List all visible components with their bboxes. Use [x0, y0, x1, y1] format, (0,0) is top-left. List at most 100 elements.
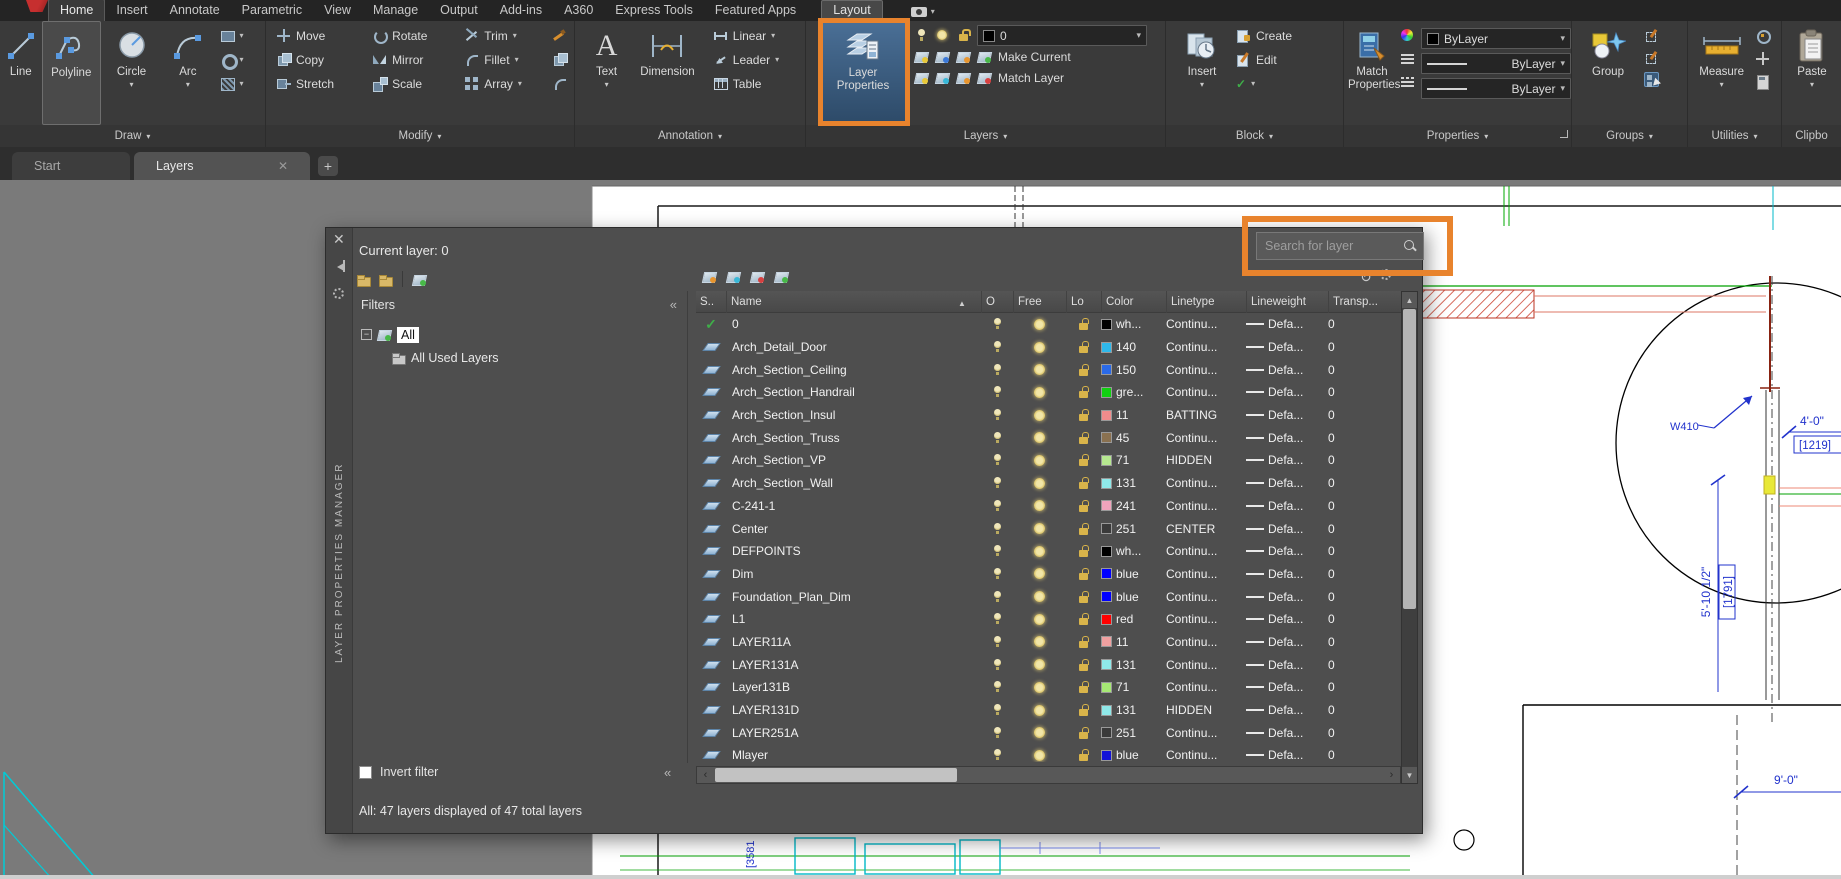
layer-states-manager-icon[interactable] — [412, 272, 427, 287]
layer-color-swatch[interactable] — [1101, 591, 1112, 603]
layer-row[interactable]: Mlayer blue Continu... Defa... 0 — [696, 744, 1401, 762]
scale-tool[interactable]: Scale — [372, 75, 458, 92]
ribbon-tab-add-ins[interactable]: Add-ins — [489, 0, 553, 21]
layer-name[interactable]: Center — [732, 517, 768, 540]
layer-transparency[interactable]: 0 — [1328, 699, 1335, 722]
layer-transparency[interactable]: 0 — [1328, 585, 1335, 608]
layer-row[interactable]: LAYER131D 131 HIDDEN Defa... 0 — [696, 699, 1401, 722]
layer-freeze-tool-icon[interactable] — [956, 49, 971, 64]
layer-transparency[interactable]: 0 — [1328, 563, 1335, 586]
layer-unlock-icon[interactable] — [1079, 386, 1089, 399]
layer-unlock-icon[interactable] — [1079, 635, 1089, 648]
refresh-icon[interactable]: ↻ — [1360, 269, 1372, 286]
layer-linetype[interactable]: Continu... — [1166, 653, 1217, 676]
layer-name[interactable]: LAYER11A — [732, 631, 791, 654]
layer-lineweight[interactable]: Defa... — [1268, 363, 1303, 377]
auto-hide-pin-icon[interactable] — [333, 260, 345, 272]
layer-unlock-icon[interactable] — [1079, 363, 1089, 376]
layer-color-swatch[interactable] — [1101, 636, 1112, 648]
layer-name[interactable]: Foundation_Plan_Dim — [732, 585, 851, 608]
layer-on-bulb-icon[interactable] — [993, 545, 1001, 557]
scroll-right-icon[interactable]: › — [1383, 767, 1400, 783]
layer-row[interactable]: Arch_Section_VP 71 HIDDEN Defa... 0 — [696, 449, 1401, 472]
layer-transparency[interactable]: 0 — [1328, 676, 1335, 699]
id-point-button[interactable] — [1755, 27, 1781, 44]
layer-freeze-sun-icon[interactable] — [1034, 432, 1045, 444]
delete-layer-icon[interactable] — [750, 269, 765, 284]
layer-unlock-icon[interactable] — [1079, 749, 1089, 762]
properties-dialog-launcher[interactable] — [1560, 130, 1568, 138]
layer-name[interactable]: Arch_Section_Insul — [732, 404, 835, 427]
layer-lineweight[interactable]: Defa... — [1268, 317, 1303, 331]
mirror-tool[interactable]: Mirror — [372, 51, 458, 68]
panel-label-block[interactable]: Block ▾ — [1166, 125, 1343, 147]
horizontal-scroll-thumb[interactable] — [715, 768, 957, 782]
layer-transparency[interactable]: 0 — [1328, 653, 1335, 676]
layer-freeze-sun-icon[interactable] — [1034, 659, 1045, 671]
layer-freeze-sun-icon[interactable] — [1034, 523, 1045, 535]
layer-freeze-sun-icon[interactable] — [1034, 500, 1045, 512]
move-tool[interactable]: Move — [276, 27, 366, 44]
ribbon-tab-a360[interactable]: A360 — [553, 0, 604, 21]
layer-unlock-icon[interactable] — [1079, 341, 1089, 354]
insert-block-button[interactable]: Insert ▾ — [1176, 21, 1228, 125]
layer-on-bulb-icon[interactable] — [993, 431, 1001, 444]
layer-freeze-sun-icon[interactable] — [1034, 749, 1045, 761]
layer-row[interactable]: Arch_Section_Wall 131 Continu... Defa...… — [696, 472, 1401, 495]
layer-lock-icon[interactable] — [956, 28, 971, 43]
layer-freeze-sun-icon[interactable] — [1034, 454, 1045, 466]
layer-name[interactable]: Dim — [732, 563, 753, 586]
tab-start[interactable]: Start — [12, 152, 130, 180]
col-lineweight[interactable]: Lineweight — [1246, 291, 1328, 313]
layer-row[interactable]: LAYER131A 131 Continu... Defa... 0 — [696, 653, 1401, 676]
layer-linetype[interactable]: Continu... — [1166, 426, 1217, 449]
layer-linetype[interactable]: Continu... — [1166, 721, 1217, 744]
copy-tool[interactable]: Copy — [276, 51, 366, 68]
layer-match-icon[interactable] — [977, 70, 992, 85]
layer-on-bulb-icon[interactable] — [993, 613, 1001, 625]
layer-on-bulb-icon[interactable] — [993, 363, 1001, 376]
layer-row[interactable]: Dim blue Continu... Defa... 0 — [696, 563, 1401, 586]
ribbon-tab-layout[interactable]: Layout — [821, 0, 883, 21]
layer-linetype[interactable]: Continu... — [1166, 495, 1217, 518]
layer-on-bulb-icon[interactable] — [993, 341, 1001, 353]
layer-row[interactable]: LAYER11A 11 Continu... Defa... 0 — [696, 631, 1401, 654]
close-tab-icon[interactable]: ✕ — [278, 159, 288, 173]
layer-unlock-icon[interactable] — [1079, 522, 1089, 535]
layer-color-swatch[interactable] — [1101, 500, 1112, 512]
measure-button[interactable]: Measure ▾ — [1694, 21, 1749, 125]
layer-row[interactable]: Center 251 CENTER Defa... 0 — [696, 517, 1401, 540]
layer-freeze-sun-icon[interactable] — [1034, 591, 1045, 603]
layer-on-bulb-icon[interactable] — [993, 318, 1001, 330]
layer-linetype[interactable]: Continu... — [1166, 540, 1217, 563]
collapse-filters-icon[interactable]: « — [670, 297, 677, 312]
color-picker[interactable] — [1400, 27, 1417, 44]
ribbon-tab-home[interactable]: Home — [48, 0, 106, 21]
layer-linetype[interactable]: Continu... — [1166, 744, 1217, 762]
lineweight-dropdown[interactable]: ByLayer ▾ — [1421, 53, 1571, 74]
table-tool[interactable]: Table — [713, 75, 805, 92]
layer-linetype[interactable]: Continu... — [1166, 472, 1217, 495]
search-icon[interactable] — [1403, 239, 1417, 253]
layer-transparency[interactable]: 0 — [1328, 517, 1335, 540]
layer-on-bulb-icon[interactable] — [993, 726, 1001, 739]
layer-linetype[interactable]: Continu... — [1166, 313, 1217, 336]
layer-on-bulb-icon[interactable] — [993, 749, 1001, 761]
layer-color-swatch[interactable] — [1101, 386, 1112, 398]
layer-row[interactable]: Arch_Detail_Door 140 Continu... Defa... … — [696, 336, 1401, 359]
new-property-filter-icon[interactable] — [356, 272, 371, 287]
filter-item-all-used-layers[interactable]: All Used Layers — [391, 346, 683, 369]
layer-freeze-icon[interactable] — [935, 28, 950, 43]
scroll-down-icon[interactable]: ▼ — [1402, 767, 1417, 783]
polyline-tool[interactable]: Polyline — [41, 21, 101, 125]
layer-name[interactable]: L1 — [732, 608, 745, 631]
panel-label-layers[interactable]: Layers ▾ — [806, 125, 1165, 147]
layer-unlock-icon[interactable] — [1079, 658, 1089, 671]
layer-row[interactable]: Arch_Section_Handrail gre... Continu... … — [696, 381, 1401, 404]
group-selection-toggle[interactable] — [1644, 71, 1680, 88]
layer-combo[interactable]: 0 ▾ — [977, 25, 1147, 46]
ribbon-tab-featured-apps[interactable]: Featured Apps — [704, 0, 807, 21]
fillet-tool[interactable]: Fillet ▾ — [464, 51, 546, 68]
layer-freeze-sun-icon[interactable] — [1034, 636, 1045, 648]
panel-label-properties[interactable]: Properties ▾ — [1344, 125, 1571, 147]
